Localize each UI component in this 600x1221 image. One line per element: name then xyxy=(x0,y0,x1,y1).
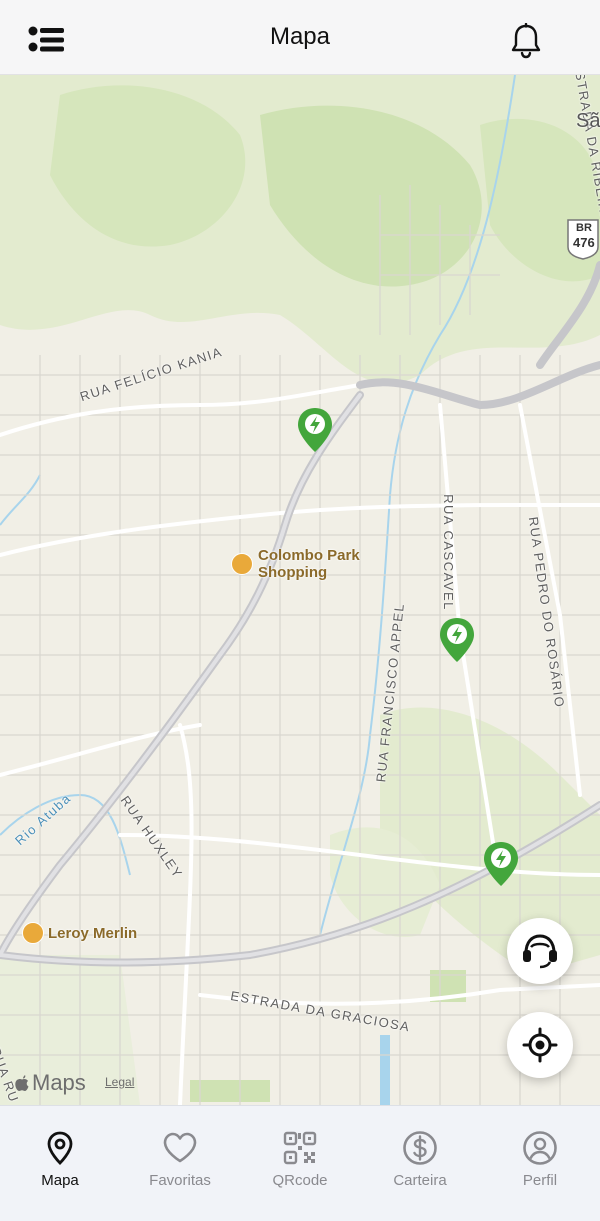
headset-icon xyxy=(523,934,557,969)
tab-label: Perfil xyxy=(522,1172,558,1189)
maps-attribution-logo: Maps xyxy=(14,1070,86,1096)
poi-label-colombo[interactable]: Colombo Park xyxy=(258,547,360,564)
page-title: Mapa xyxy=(269,23,331,50)
poi-label-colombo-line2[interactable]: Shopping xyxy=(258,564,327,581)
crosshair-icon xyxy=(522,1027,558,1063)
apple-logo-icon xyxy=(15,1075,29,1091)
tab-label: Carteira xyxy=(393,1172,447,1189)
bell-icon[interactable] xyxy=(510,22,542,59)
tab-perfil[interactable]: Perfil xyxy=(480,1106,600,1206)
tab-favoritas[interactable]: Favoritas xyxy=(120,1106,240,1206)
street-label-cascavel: RUA CASCAVEL xyxy=(440,494,456,611)
tab-label: Mapa xyxy=(41,1172,79,1189)
legal-link[interactable]: Legal xyxy=(105,1075,134,1089)
charging-station-pin[interactable] xyxy=(482,840,520,888)
charging-station-pin[interactable] xyxy=(296,406,334,454)
map-view[interactable]: RUA FELÍCIO KANIA RUA CASCAVEL RUA PEDRO… xyxy=(0,75,600,1105)
list-icon[interactable] xyxy=(28,26,66,54)
tab-label: Favoritas xyxy=(149,1172,211,1189)
support-button[interactable] xyxy=(507,918,573,984)
tab-carteira[interactable]: Carteira xyxy=(360,1106,480,1206)
tab-qrcode[interactable]: QRcode xyxy=(240,1106,360,1206)
place-label-sa: Sã xyxy=(576,110,600,132)
map-pin-icon xyxy=(47,1131,73,1165)
charging-station-pin[interactable] xyxy=(438,616,476,664)
heart-icon xyxy=(163,1132,197,1163)
user-icon xyxy=(523,1131,557,1165)
poi-label-leroy[interactable]: Leroy Merlin xyxy=(48,925,137,942)
tab-label: QRcode xyxy=(272,1172,328,1189)
route-shield-label: BR xyxy=(576,222,592,234)
maps-logo-text: Maps xyxy=(32,1070,86,1095)
bottom-tab-bar: Mapa Favoritas QRcode Carteira Perfil xyxy=(0,1105,600,1221)
route-shield-number: 476 xyxy=(573,235,595,250)
store-icon[interactable] xyxy=(22,922,44,944)
shopping-bag-icon[interactable] xyxy=(231,553,253,575)
top-app-bar: Mapa xyxy=(0,0,600,75)
locate-me-button[interactable] xyxy=(507,1012,573,1078)
tab-mapa[interactable]: Mapa xyxy=(0,1106,120,1206)
dollar-icon xyxy=(403,1131,437,1165)
qrcode-icon xyxy=(283,1131,317,1165)
